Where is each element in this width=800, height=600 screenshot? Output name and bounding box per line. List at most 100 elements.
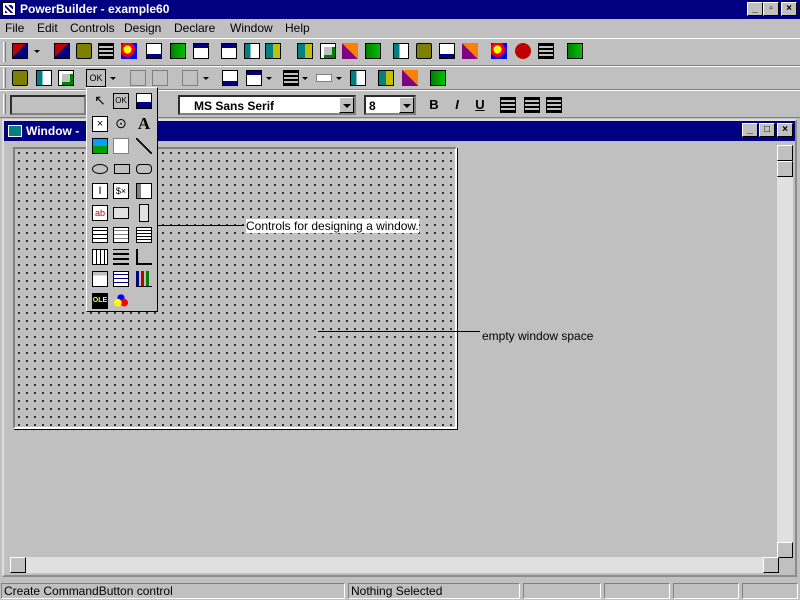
picture-icon[interactable] (92, 138, 108, 154)
query-icon[interactable] (244, 43, 260, 59)
picturebutton-icon[interactable] (136, 93, 152, 109)
preview-window-icon[interactable] (402, 70, 418, 86)
minimize-icon[interactable]: _ (747, 2, 763, 16)
stop-icon[interactable] (515, 43, 531, 59)
listview-icon[interactable] (92, 249, 108, 265)
toolbar-grip[interactable] (3, 68, 6, 88)
statictext-icon[interactable]: A (136, 115, 152, 132)
erase-icon[interactable] (152, 70, 168, 86)
table-icon[interactable] (320, 43, 336, 59)
vscrollbar-icon[interactable] (139, 204, 149, 222)
menu-declare[interactable]: Declare (174, 21, 215, 35)
db-admin-icon[interactable] (365, 43, 381, 59)
toolbar-grip[interactable] (3, 94, 6, 114)
powerbuilder-app-icon[interactable] (2, 2, 16, 16)
close-icon[interactable]: × (781, 2, 797, 16)
oval-icon[interactable] (92, 164, 108, 174)
library-icon[interactable] (193, 43, 209, 59)
font-name-combo[interactable]: MS Sans Serif (178, 95, 356, 115)
rectangle-icon[interactable] (114, 164, 130, 174)
userobject-control-icon[interactable] (113, 271, 129, 287)
align-right-icon[interactable] (546, 97, 562, 113)
dropdown-arrow-icon[interactable] (302, 77, 308, 80)
dropdown-arrow-icon[interactable] (336, 77, 342, 80)
dropdown-arrow-icon[interactable] (266, 77, 272, 80)
italic-button[interactable]: I (447, 96, 467, 114)
report-icon[interactable] (342, 43, 358, 59)
object-browser-icon[interactable] (416, 43, 432, 59)
editmask-icon[interactable]: $× (113, 183, 129, 199)
window-icon[interactable] (8, 125, 22, 137)
application-painter-icon[interactable] (12, 43, 28, 59)
singlelineedit-icon[interactable]: I (92, 183, 108, 199)
font-name-dropdown-arrow[interactable] (339, 97, 354, 113)
menu-painter-icon[interactable] (98, 43, 114, 59)
restore-icon[interactable]: ▫ (763, 2, 779, 16)
dropdown-arrow-icon[interactable] (203, 77, 209, 80)
color-icon[interactable] (316, 74, 332, 82)
browser-icon[interactable] (393, 43, 409, 59)
space-icon[interactable] (283, 70, 299, 86)
page-icon[interactable] (222, 70, 238, 86)
datawindow-icon[interactable] (221, 43, 237, 59)
menu-edit[interactable]: Edit (37, 21, 58, 35)
groupbox-icon[interactable] (113, 138, 129, 154)
roundrectangle-icon[interactable] (136, 164, 152, 174)
menu-controls[interactable]: Controls (70, 21, 115, 35)
pipeline-icon[interactable] (265, 43, 281, 59)
run-icon[interactable] (491, 43, 507, 59)
menu-file[interactable]: File (5, 21, 24, 35)
commandbutton-icon[interactable]: OK (113, 93, 129, 109)
ole-control-icon[interactable]: OLE (92, 293, 108, 309)
user-object-icon[interactable] (76, 43, 92, 59)
scroll-up-icon[interactable] (777, 145, 793, 161)
font-size-combo[interactable]: 8 (364, 95, 416, 115)
close-painter-icon[interactable] (430, 70, 446, 86)
font-size-dropdown-arrow[interactable] (399, 97, 414, 113)
function-icon[interactable] (146, 43, 162, 59)
child-close-icon[interactable]: × (777, 123, 793, 137)
child-maximize-icon[interactable]: □ (759, 123, 775, 137)
scroll-left-icon[interactable] (10, 557, 26, 573)
menu-design[interactable]: Design (124, 21, 161, 35)
window-design-canvas[interactable] (13, 147, 457, 429)
pointer-icon[interactable]: ↖ (92, 93, 108, 109)
vertical-scrollbar[interactable] (777, 145, 793, 558)
dropdownlistbox-icon[interactable] (113, 227, 129, 243)
properties-icon[interactable] (350, 70, 366, 86)
dropdown-arrow-icon[interactable] (110, 77, 116, 80)
exit-icon[interactable] (567, 43, 583, 59)
listbox-icon[interactable] (92, 227, 108, 243)
style-combo[interactable] (10, 95, 86, 115)
align-left-icon[interactable] (500, 97, 516, 113)
horizontal-scrollbar[interactable] (10, 557, 779, 573)
save-icon[interactable] (58, 70, 74, 86)
align-icon[interactable] (182, 70, 198, 86)
graph-icon[interactable] (136, 271, 152, 287)
align-center-icon[interactable] (524, 97, 540, 113)
tab-control-icon[interactable] (92, 271, 108, 287)
menu-window[interactable]: Window (230, 21, 273, 35)
undo-icon[interactable] (130, 70, 146, 86)
underline-button[interactable]: U (470, 96, 490, 114)
richtextedit-icon[interactable]: ab (92, 205, 108, 221)
dropdown-arrow-icon[interactable] (34, 50, 40, 53)
vertical-scroll-thumb[interactable] (777, 161, 793, 177)
preview-icon[interactable] (538, 43, 554, 59)
menu-help[interactable]: Help (285, 21, 310, 35)
tab-order-icon[interactable] (378, 70, 394, 86)
open-icon[interactable] (36, 70, 52, 86)
bold-button[interactable]: B (424, 96, 444, 114)
child-minimize-icon[interactable]: _ (742, 123, 758, 137)
hscrollbar-icon[interactable] (113, 207, 129, 219)
treeview-grid-icon[interactable] (113, 249, 129, 265)
scroll-down-icon[interactable] (777, 542, 793, 558)
structure-icon[interactable] (121, 43, 137, 59)
multilineedit-icon[interactable] (136, 183, 152, 199)
ole-custom-control-icon[interactable] (113, 293, 129, 309)
scroll-right-icon[interactable] (763, 557, 779, 573)
toolbar-grip[interactable] (3, 42, 6, 62)
radiobutton-icon[interactable]: ⊙ (113, 116, 129, 132)
checkbox-icon[interactable]: × (92, 116, 108, 132)
size-icon[interactable] (246, 70, 262, 86)
